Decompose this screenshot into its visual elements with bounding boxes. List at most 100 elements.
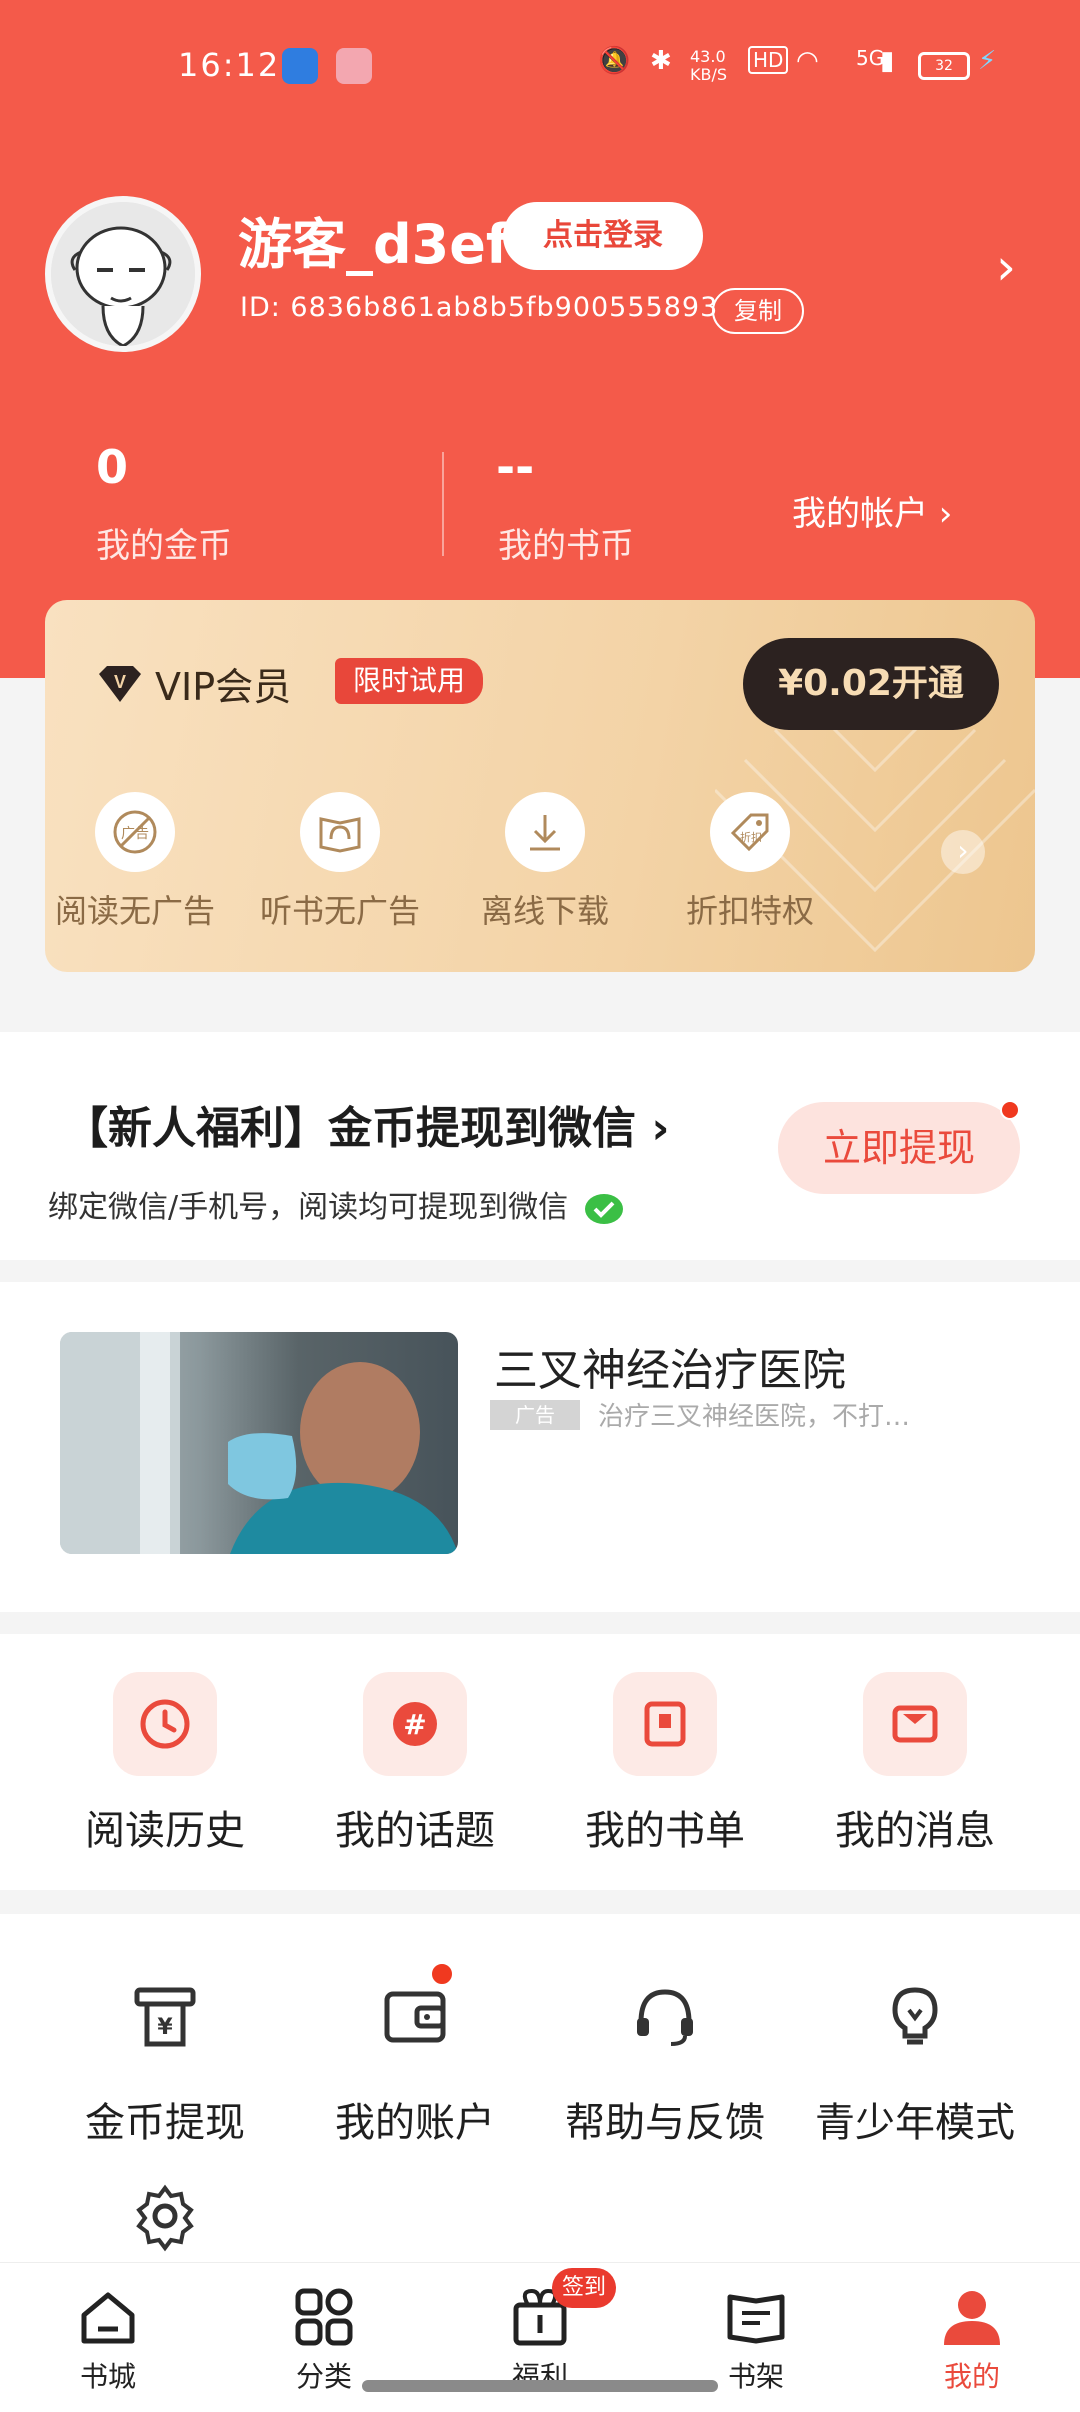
svg-text:折扣: 折扣: [740, 830, 762, 844]
withdraw-icon: ¥: [113, 1964, 217, 2068]
book-coins-label[interactable]: 我的书币: [498, 518, 634, 567]
signal-bars-icon: ▮: [880, 46, 895, 76]
coin-withdraw-item[interactable]: ¥ 金币提现: [40, 1964, 290, 2148]
tools-section: ¥ 金币提现 我的账户 帮助与反馈 青少年模式: [0, 1914, 1080, 2264]
reading-history-item[interactable]: 阅读历史: [40, 1672, 290, 1856]
headset-icon: [613, 1964, 717, 2068]
grid-item-label: 我的账户: [335, 2100, 495, 2146]
my-topics-item[interactable]: # 我的话题: [290, 1672, 540, 1856]
vip-feature-download[interactable]: 离线下载: [455, 792, 635, 932]
ad-description: 治疗三叉神经医院，不打…: [598, 1402, 911, 1432]
hashtag-icon: #: [363, 1672, 467, 1776]
notification-app-icon-2: [336, 48, 372, 84]
nav-bookshelf[interactable]: 书架: [686, 2277, 826, 2395]
vip-diamond-icon: V: [99, 665, 141, 702]
settings-item[interactable]: [40, 2164, 290, 2268]
grid-item-label: 我的书单: [585, 1808, 745, 1854]
grid-item-label: 青少年模式: [815, 2100, 1015, 2146]
bluetooth-icon: ✱: [650, 46, 672, 76]
my-booklist-item[interactable]: 我的书单: [540, 1672, 790, 1856]
welfare-subtitle: 绑定微信/手机号，阅读均可提现到微信: [48, 1182, 624, 1227]
grid-icon: [284, 2277, 364, 2357]
ad-section[interactable]: ✕ 三叉神经治疗医院 广告 治疗三叉神经医院，不打…: [0, 1282, 1080, 1612]
nav-label: 我的: [943, 2360, 1000, 2393]
welfare-section[interactable]: 【新人福利】金币提现到微信 › 绑定微信/手机号，阅读均可提现到微信 立即提现: [0, 1032, 1080, 1260]
grid-item-label: 金币提现: [85, 2100, 245, 2146]
grid-item-label: 帮助与反馈: [565, 2100, 765, 2146]
avatar[interactable]: [45, 196, 201, 352]
vip-title-text: VIP会员: [155, 665, 292, 709]
home-icon: [68, 2277, 148, 2357]
coins-value: 0: [96, 440, 129, 494]
vip-feature-audiobook[interactable]: 听书无广告: [250, 792, 430, 932]
vip-open-button[interactable]: ¥0.02开通: [743, 638, 999, 730]
download-icon: [505, 792, 585, 872]
ad-title[interactable]: 三叉神经治疗医院: [494, 1334, 846, 1398]
discount-tag-icon: 折扣: [710, 792, 790, 872]
login-button[interactable]: 点击登录: [503, 202, 703, 270]
vip-trial-tag: 限时试用: [335, 658, 484, 704]
battery-icon: 32: [918, 52, 970, 80]
teen-mode-item[interactable]: 青少年模式: [790, 1964, 1040, 2148]
vip-title: V VIP会员: [95, 656, 291, 711]
my-wallet-item[interactable]: 我的账户: [290, 1962, 540, 2148]
nav-category[interactable]: 分类: [254, 2277, 394, 2395]
user-id: ID: 6836b861ab8b5fb900555893: [240, 292, 719, 323]
my-page-screen: 16:12 🔕 ✱ 43.0 KB/S HD ◠ 5G ▮ 32 ⚡ 游客_d3…: [0, 0, 1080, 2412]
mute-icon: 🔕: [598, 46, 631, 76]
vip-feature-label: 阅读无广告: [54, 892, 215, 930]
quick-menu-section: 阅读历史 # 我的话题 我的书单 我的消息: [0, 1634, 1080, 1890]
chevron-right-icon[interactable]: ›: [996, 238, 1016, 296]
notification-app-icon: [282, 48, 318, 84]
home-indicator[interactable]: [362, 2380, 718, 2392]
nav-label: 书城: [79, 2360, 136, 2393]
nav-bookstore[interactable]: 书城: [38, 2277, 178, 2395]
copy-id-button[interactable]: 复制: [712, 288, 804, 334]
svg-text:¥: ¥: [157, 2015, 173, 2040]
withdraw-now-button[interactable]: 立即提现: [778, 1102, 1020, 1194]
my-messages-item[interactable]: 我的消息: [790, 1672, 1040, 1856]
ad-tag: 广告: [490, 1400, 580, 1430]
welfare-title[interactable]: 【新人福利】金币提现到微信 ›: [64, 1092, 669, 1156]
bookmark-icon: [613, 1672, 717, 1776]
notification-dot: [1000, 1100, 1020, 1120]
status-bar: 16:12 🔕 ✱ 43.0 KB/S HD ◠ 5G ▮ 32 ⚡: [0, 0, 1080, 120]
help-feedback-item[interactable]: 帮助与反馈: [540, 1964, 790, 2148]
grid-item-label: 我的话题: [335, 1808, 495, 1854]
svg-text:#: #: [403, 1708, 426, 1741]
sign-in-badge: 签到: [552, 2268, 617, 2308]
vip-feature-label: 折扣特权: [685, 892, 814, 930]
stats-divider: [442, 452, 444, 556]
vip-feature-label: 离线下载: [480, 892, 609, 930]
status-time: 16:12: [178, 46, 281, 84]
bookshelf-icon: [716, 2277, 796, 2357]
profile-icon: [932, 2277, 1012, 2357]
no-ads-icon: 广告: [95, 792, 175, 872]
audiobook-icon: [300, 792, 380, 872]
vip-feature-discount[interactable]: 折扣 折扣特权: [660, 792, 840, 932]
wechat-icon: [584, 1193, 623, 1224]
nav-mine[interactable]: 我的: [902, 2277, 1042, 2395]
clock-icon: [113, 1672, 217, 1776]
vip-feature-no-ads[interactable]: 广告 阅读无广告: [45, 792, 225, 932]
svg-text:V: V: [114, 672, 126, 692]
my-account-link[interactable]: 我的帐户 ›: [792, 486, 952, 535]
bulb-icon: [863, 1964, 967, 2068]
vip-next-arrow-icon[interactable]: ›: [941, 830, 985, 874]
welfare-subtitle-text: 绑定微信/手机号，阅读均可提现到微信: [48, 1190, 569, 1225]
wifi-icon: ◠: [796, 46, 819, 76]
gear-icon: [113, 2164, 217, 2268]
message-icon: [863, 1672, 967, 1776]
charging-icon: ⚡: [978, 46, 997, 76]
ad-image[interactable]: ✕: [60, 1332, 458, 1554]
book-coins-value: --: [496, 440, 535, 494]
username: 游客_d3ef: [238, 213, 510, 276]
hd-badge: HD: [748, 46, 789, 74]
vip-card[interactable]: V VIP会员 限时试用 ¥0.02开通 广告 阅读无广告 听书无广告 离线下载: [45, 600, 1035, 972]
notification-dot: [430, 1962, 454, 1986]
grid-item-label: 我的消息: [835, 1808, 995, 1854]
grid-item-label: 阅读历史: [85, 1808, 245, 1854]
coins-label[interactable]: 我的金币: [96, 518, 232, 567]
vip-feature-label: 听书无广告: [259, 892, 420, 930]
net-speed: 43.0 KB/S: [690, 47, 728, 84]
